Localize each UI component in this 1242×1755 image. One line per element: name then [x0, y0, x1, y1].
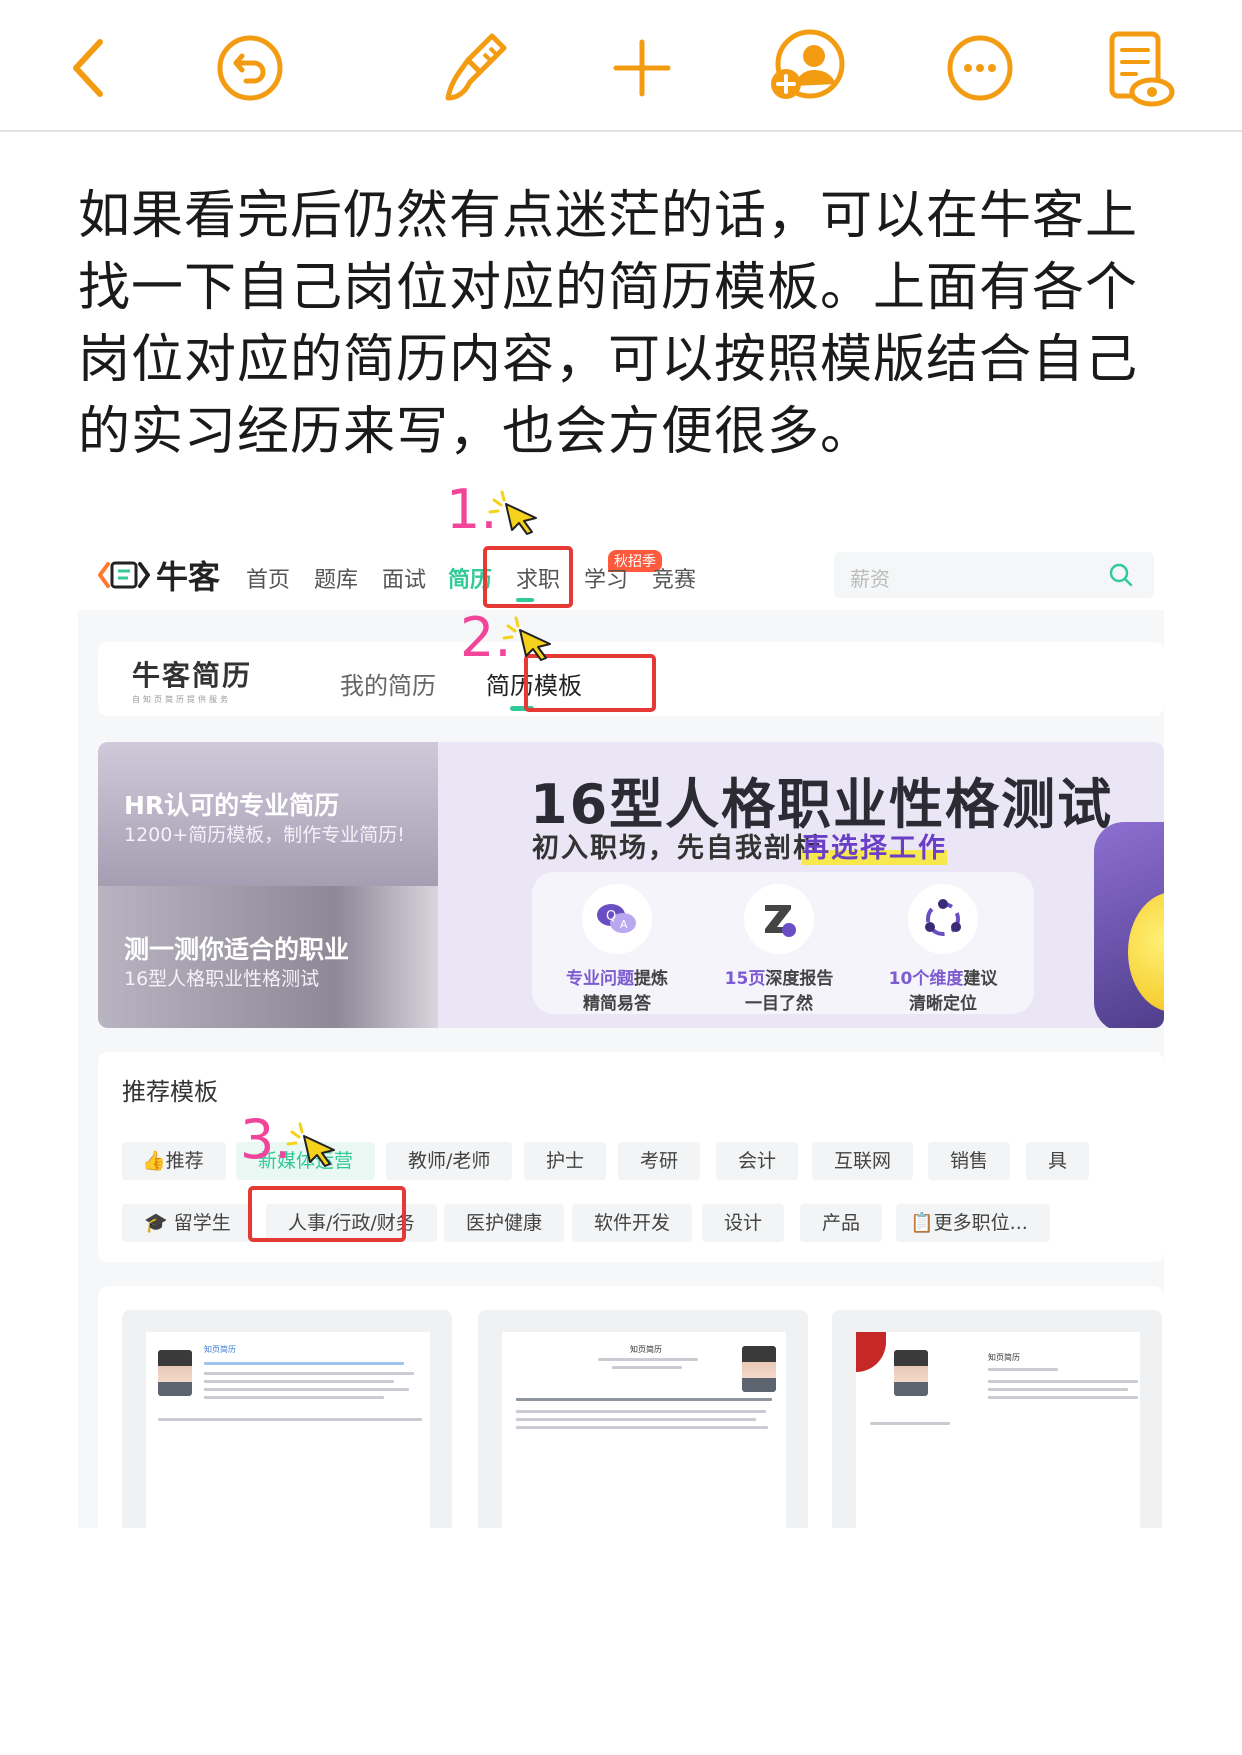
more-icon[interactable] — [938, 26, 1022, 110]
feature-3-highlight: 10个维度 — [888, 969, 964, 989]
banner-left-title-2: 测一测你适合的职业 — [124, 935, 350, 964]
chip-label: 更多职位... — [933, 1212, 1028, 1234]
banner-left-title-1: HR认可的专业简历 — [124, 791, 340, 820]
chip-sales[interactable]: 销售 — [928, 1142, 1011, 1180]
chip-internet[interactable]: 互联网 — [812, 1142, 914, 1180]
banner-subtitle-highlight: 再选择工作 — [802, 826, 947, 865]
template-name: 知页简历 — [630, 1345, 662, 1354]
template-card[interactable]: 知页简历 — [832, 1310, 1162, 1528]
resume-brand: 牛客简历 — [132, 659, 253, 692]
cursor-click-icon — [286, 1122, 335, 1167]
feature-2-line2: 一目了然 — [745, 994, 813, 1014]
nav-question-bank[interactable]: 题库 — [314, 562, 358, 594]
feature-2-highlight: 15页 — [724, 969, 766, 989]
nav-learn[interactable]: 学习 — [584, 562, 628, 594]
add-user-icon[interactable] — [764, 26, 848, 110]
resume-brand-slogan: 自知页简历提供服务 — [132, 695, 231, 704]
feature-1-highlight: 专业问题 — [566, 969, 634, 989]
preview-icon[interactable] — [1096, 26, 1180, 110]
back-icon[interactable] — [50, 26, 134, 110]
article-paragraph: 如果看完后仍然有点迷茫的话，可以在牛客上找一下自己岗位对应的简历模板。上面有各个… — [78, 186, 1139, 462]
chip-software-dev[interactable]: 软件开发 — [572, 1204, 693, 1242]
banner-career-test[interactable]: 测一测你适合的职业 16型人格职业性格测试 — [98, 886, 438, 1028]
banner-feature-card: QA 专业问题提炼 精简易答 15页深度报告 一目了然 10个维度建议 清晰定位 — [532, 872, 1034, 1014]
chip-recommend[interactable]: 👍推荐 — [122, 1142, 226, 1180]
feature-item: 15页深度报告 一目了然 — [704, 884, 854, 1014]
brush-icon[interactable] — [434, 26, 518, 110]
banner-left-sub-1: 1200+简历模板，制作专业简历! — [124, 824, 405, 846]
chip-teacher[interactable]: 教师/老师 — [386, 1142, 513, 1180]
template-card[interactable]: 知页简历 — [122, 1310, 452, 1528]
svg-text:A: A — [620, 918, 628, 931]
chip-postgrad[interactable]: 考研 — [618, 1142, 701, 1180]
banner-left-sub-2: 16型人格职业性格测试 — [124, 968, 320, 990]
chip-nurse[interactable]: 护士 — [524, 1142, 607, 1180]
feature-3-rest: 建议 — [963, 969, 998, 989]
chip-overseas-student[interactable]: 🎓 留学生 — [122, 1204, 253, 1242]
nav-interview[interactable]: 面试 — [382, 562, 426, 594]
editor-toolbar — [0, 0, 1242, 132]
highlight-box-new-media-chip — [248, 1186, 406, 1242]
template-name: 知页简历 — [204, 1345, 236, 1354]
feature-3-line2: 清晰定位 — [909, 994, 977, 1014]
step-3-label: 3. — [240, 1108, 292, 1171]
nav-home[interactable]: 首页 — [246, 562, 290, 594]
recommended-title: 推荐模板 — [122, 1078, 218, 1106]
chip-healthcare[interactable]: 医护健康 — [444, 1204, 565, 1242]
chip-more-positions[interactable]: 📋更多职位... — [896, 1204, 1050, 1242]
avatar — [158, 1350, 192, 1396]
chip-product[interactable]: 产品 — [800, 1204, 883, 1242]
feature-1-line2: 精简易答 — [583, 994, 651, 1014]
template-preview: 知页简历 — [146, 1332, 430, 1528]
svg-text:Q: Q — [606, 909, 616, 924]
template-preview: 知页简历 — [502, 1332, 786, 1528]
search-box[interactable]: 薪资 — [834, 552, 1154, 598]
site-nav: 牛客 首页 题库 面试 简历 求职 秋招季 学习 竞赛 薪资 — [78, 538, 1164, 610]
chip-label: 留学生 — [173, 1212, 231, 1234]
template-card[interactable]: 知页简历 — [478, 1310, 808, 1528]
feature-1-rest: 提炼 — [634, 969, 668, 989]
search-icon[interactable] — [1108, 562, 1134, 588]
feature-item: QA 专业问题提炼 精简易答 — [542, 884, 692, 1014]
graduation-cap-icon: 🎓 — [144, 1212, 174, 1234]
thumbs-up-icon: 👍 — [142, 1150, 166, 1172]
avatar — [742, 1346, 776, 1392]
feature-item: 10个维度建议 清晰定位 — [868, 884, 1018, 1014]
chip-design[interactable]: 设计 — [702, 1204, 785, 1242]
tab-my-resume[interactable]: 我的简历 — [340, 666, 436, 701]
personality-test-banner[interactable]: HR认可的专业简历 1200+简历模板，制作专业简历! 测一测你适合的职业 16… — [98, 742, 1164, 1028]
undo-icon[interactable] — [208, 26, 292, 110]
chip-more-cut[interactable]: 具 — [1026, 1142, 1090, 1180]
feature-2-rest: 深度报告 — [765, 969, 834, 989]
avatar — [894, 1350, 928, 1396]
nowcoder-logo-icon — [98, 561, 150, 589]
template-preview: 知页简历 — [856, 1332, 1140, 1528]
report-scroll-icon — [744, 884, 814, 954]
list-icon: 📋 — [910, 1212, 934, 1234]
chip-label: 推荐 — [165, 1150, 204, 1172]
site-logo-text: 牛客 — [156, 558, 221, 596]
highlight-box-template-tab — [524, 654, 656, 712]
add-icon[interactable] — [600, 26, 684, 110]
dimension-cycle-icon — [908, 884, 978, 954]
template-cards: 知页简历 知页简历 知页简历 — [98, 1286, 1164, 1528]
search-placeholder: 薪资 — [850, 567, 890, 591]
qa-bubble-icon: QA — [582, 884, 652, 954]
chip-accounting[interactable]: 会计 — [716, 1142, 799, 1180]
highlight-box-resume-nav — [483, 546, 573, 608]
banner-pro-resume[interactable]: HR认可的专业简历 1200+简历模板，制作专业简历! — [98, 742, 438, 886]
nav-contest[interactable]: 竞赛 — [652, 562, 696, 594]
cursor-click-icon — [502, 616, 551, 661]
cursor-click-icon — [488, 490, 537, 535]
template-name: 知页简历 — [988, 1353, 1020, 1362]
